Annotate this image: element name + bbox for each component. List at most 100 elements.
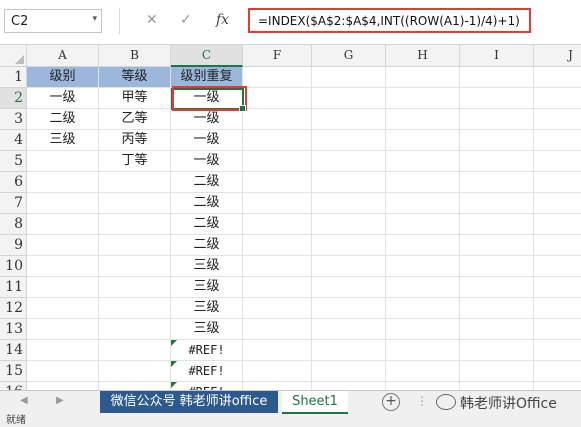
row-header[interactable]: 14 [0,340,27,361]
cell[interactable] [243,67,312,88]
row-header[interactable]: 13 [0,319,27,340]
cell[interactable]: 丙等 [99,130,171,151]
cell[interactable] [386,88,460,109]
cell[interactable]: 等级 [99,67,171,88]
cell[interactable] [27,340,99,361]
row-header[interactable]: 16 [0,382,27,390]
cell[interactable] [534,235,581,256]
cell[interactable] [243,88,312,109]
cell[interactable] [534,340,581,361]
name-box[interactable]: C2 ▾ [4,9,102,33]
cell[interactable] [460,88,534,109]
cell[interactable]: 一级 [171,130,243,151]
cell[interactable]: 一级 [171,151,243,172]
cell[interactable] [312,298,386,319]
cell[interactable] [386,298,460,319]
cell[interactable] [460,151,534,172]
scroll-right-icon[interactable]: ▶ [56,395,64,406]
cell[interactable] [99,193,171,214]
cell[interactable] [460,340,534,361]
cell[interactable] [243,298,312,319]
cell[interactable] [386,340,460,361]
cell[interactable]: 级别 [27,67,99,88]
column-header-a[interactable]: A [27,45,99,67]
sheet-tab-sheet1[interactable]: Sheet1 [282,391,348,415]
cell[interactable] [460,172,534,193]
cell[interactable] [99,382,171,390]
cell[interactable] [386,193,460,214]
cell[interactable] [386,382,460,390]
cell[interactable]: 三级 [171,277,243,298]
cell[interactable] [460,130,534,151]
cell[interactable] [534,172,581,193]
cell[interactable] [534,277,581,298]
cell[interactable] [312,109,386,130]
fill-handle[interactable] [239,105,246,112]
error-indicator-icon[interactable] [171,361,177,367]
cell[interactable] [386,319,460,340]
sheet-tab-wechat[interactable]: 微信公众号 韩老师讲office [100,391,278,413]
cell[interactable] [243,277,312,298]
cell[interactable]: 二级 [27,109,99,130]
error-indicator-icon[interactable] [171,382,177,388]
cell[interactable] [27,361,99,382]
cell[interactable] [460,277,534,298]
cell[interactable] [534,151,581,172]
cell[interactable] [99,340,171,361]
row-header[interactable]: 5 [0,151,27,172]
cell[interactable] [460,193,534,214]
cell[interactable]: 三级 [171,319,243,340]
cell[interactable] [386,235,460,256]
select-all-corner[interactable] [0,45,27,67]
cell[interactable]: 三级 [171,298,243,319]
row-header[interactable]: 3 [0,109,27,130]
cell[interactable] [386,214,460,235]
cell[interactable] [386,172,460,193]
column-header-i[interactable]: I [460,45,534,67]
cell[interactable] [534,88,581,109]
cell[interactable] [27,151,99,172]
column-header-c[interactable]: C [171,45,243,67]
cell[interactable]: #REF! [171,340,243,361]
cell[interactable] [243,361,312,382]
cell[interactable] [386,256,460,277]
chevron-down-icon[interactable]: ▾ [92,14,97,24]
cell[interactable]: 甲等 [99,88,171,109]
row-header[interactable]: 8 [0,214,27,235]
cell[interactable] [27,214,99,235]
cell[interactable] [243,130,312,151]
column-header-f[interactable]: F [243,45,312,67]
cell[interactable] [99,277,171,298]
cell[interactable] [27,382,99,390]
cell[interactable] [312,319,386,340]
cell[interactable] [386,277,460,298]
cell[interactable] [99,361,171,382]
cell[interactable] [534,67,581,88]
cell[interactable]: 一级 [171,109,243,130]
cell[interactable]: 一级 [171,88,243,109]
cell[interactable]: 三级 [27,130,99,151]
cell[interactable] [312,67,386,88]
cell[interactable]: 二级 [171,193,243,214]
cell[interactable] [243,172,312,193]
cell[interactable] [460,298,534,319]
cell[interactable] [243,256,312,277]
cell[interactable] [534,130,581,151]
cell[interactable] [312,340,386,361]
cell[interactable] [460,214,534,235]
spreadsheet-grid[interactable]: A B C F G H I J 1 级别 等级 级别重复 2 一级 甲等 一级 3 二级 乙等 一级 4… [0,45,581,390]
formula-input[interactable]: =INDEX($A$2:$A$4,INT((ROW(A1)-1)/4)+1) [248,8,531,33]
cell[interactable] [460,67,534,88]
cell[interactable] [386,109,460,130]
cell[interactable] [386,151,460,172]
cell[interactable] [386,67,460,88]
row-header[interactable]: 7 [0,193,27,214]
cell[interactable] [27,319,99,340]
cell[interactable] [460,361,534,382]
cell[interactable] [27,193,99,214]
cell[interactable] [460,109,534,130]
cell[interactable] [27,235,99,256]
cell[interactable] [243,151,312,172]
cell[interactable]: 级别重复 [171,67,243,88]
cell[interactable] [534,382,581,390]
